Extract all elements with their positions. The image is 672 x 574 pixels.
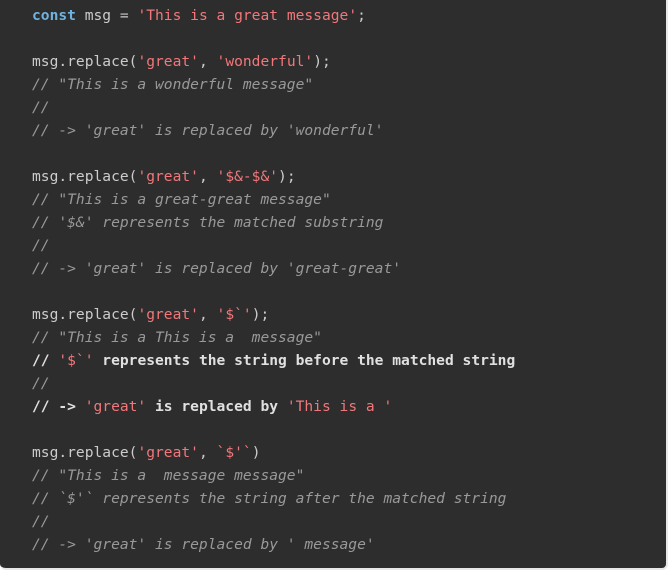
code-text: ); (278, 168, 296, 185)
code-text: msg.replace( (32, 53, 138, 70)
code-line-20: msg.replace('great', `$'`) (32, 441, 666, 464)
code-text: ); (251, 306, 270, 323)
code-text: , (198, 53, 217, 70)
code-line-14: msg.replace('great', '$`'); (32, 303, 666, 326)
code-text: , (198, 168, 217, 185)
comment-line-highlighted: // -> 'great' is replaced by 'This is a … (32, 395, 666, 418)
comment-line: // (32, 99, 50, 116)
code-text: msg.replace( (32, 168, 138, 185)
code-text: , (198, 444, 217, 461)
comment-line: // -> 'great' is replaced by ' message' (32, 536, 375, 553)
code-text: ; (357, 7, 366, 24)
code-line-8: msg.replace('great', '$&-$&'); (32, 165, 666, 188)
code-text: msg = (75, 7, 138, 24)
comment-line: // "This is a great-great message" (32, 191, 331, 208)
comment-line: // (32, 513, 50, 530)
comment-line: // (32, 375, 50, 392)
string-literal: `$'` (216, 444, 252, 461)
code-line-1: const msg = 'This is a great message'; (32, 4, 666, 27)
comment-line: // "This is a wonderful message" (32, 76, 314, 93)
string-literal: 'This is a ' (286, 398, 393, 415)
keyword-const: const (32, 7, 76, 24)
comment-text: // -> (32, 398, 85, 415)
code-editor: const msg = 'This is a great message'; m… (0, 0, 668, 570)
comment-text: // (32, 352, 59, 369)
string-literal: 'great' (137, 306, 199, 323)
string-literal: 'great' (137, 444, 199, 461)
string-literal: 'great' (137, 53, 199, 70)
code-text: msg.replace( (32, 306, 138, 323)
string-literal: '$`' (58, 352, 94, 369)
comment-line: // (32, 237, 50, 254)
code-line-3: msg.replace('great', 'wonderful'); (32, 50, 666, 73)
code-text: , (198, 306, 217, 323)
string-literal: '$`' (216, 306, 252, 323)
string-literal: 'wonderful' (216, 53, 314, 70)
comment-text: represents the string before the matched… (93, 352, 516, 369)
comment-line: // "This is a This is a message" (32, 329, 322, 346)
comment-line: // -> 'great' is replaced by 'great-grea… (32, 260, 402, 277)
code-text: ); (313, 53, 331, 70)
comment-text: is replaced by (146, 398, 287, 415)
comment-line: // -> 'great' is replaced by 'wonderful' (32, 122, 384, 139)
comment-line: // "This is a message message" (32, 467, 305, 484)
string-literal: '$&-$&' (216, 168, 279, 185)
code-text: ) (251, 444, 261, 461)
string-literal: 'great' (84, 398, 147, 415)
code-text: msg.replace( (32, 444, 138, 461)
string-literal: 'This is a great message' (137, 7, 358, 24)
comment-line-highlighted: // '$`' represents the string before the… (32, 349, 666, 372)
comment-line: // `$'` represents the string after the … (32, 490, 507, 507)
string-literal: 'great' (137, 168, 199, 185)
comment-line: // '$&' represents the matched substring (32, 214, 384, 231)
